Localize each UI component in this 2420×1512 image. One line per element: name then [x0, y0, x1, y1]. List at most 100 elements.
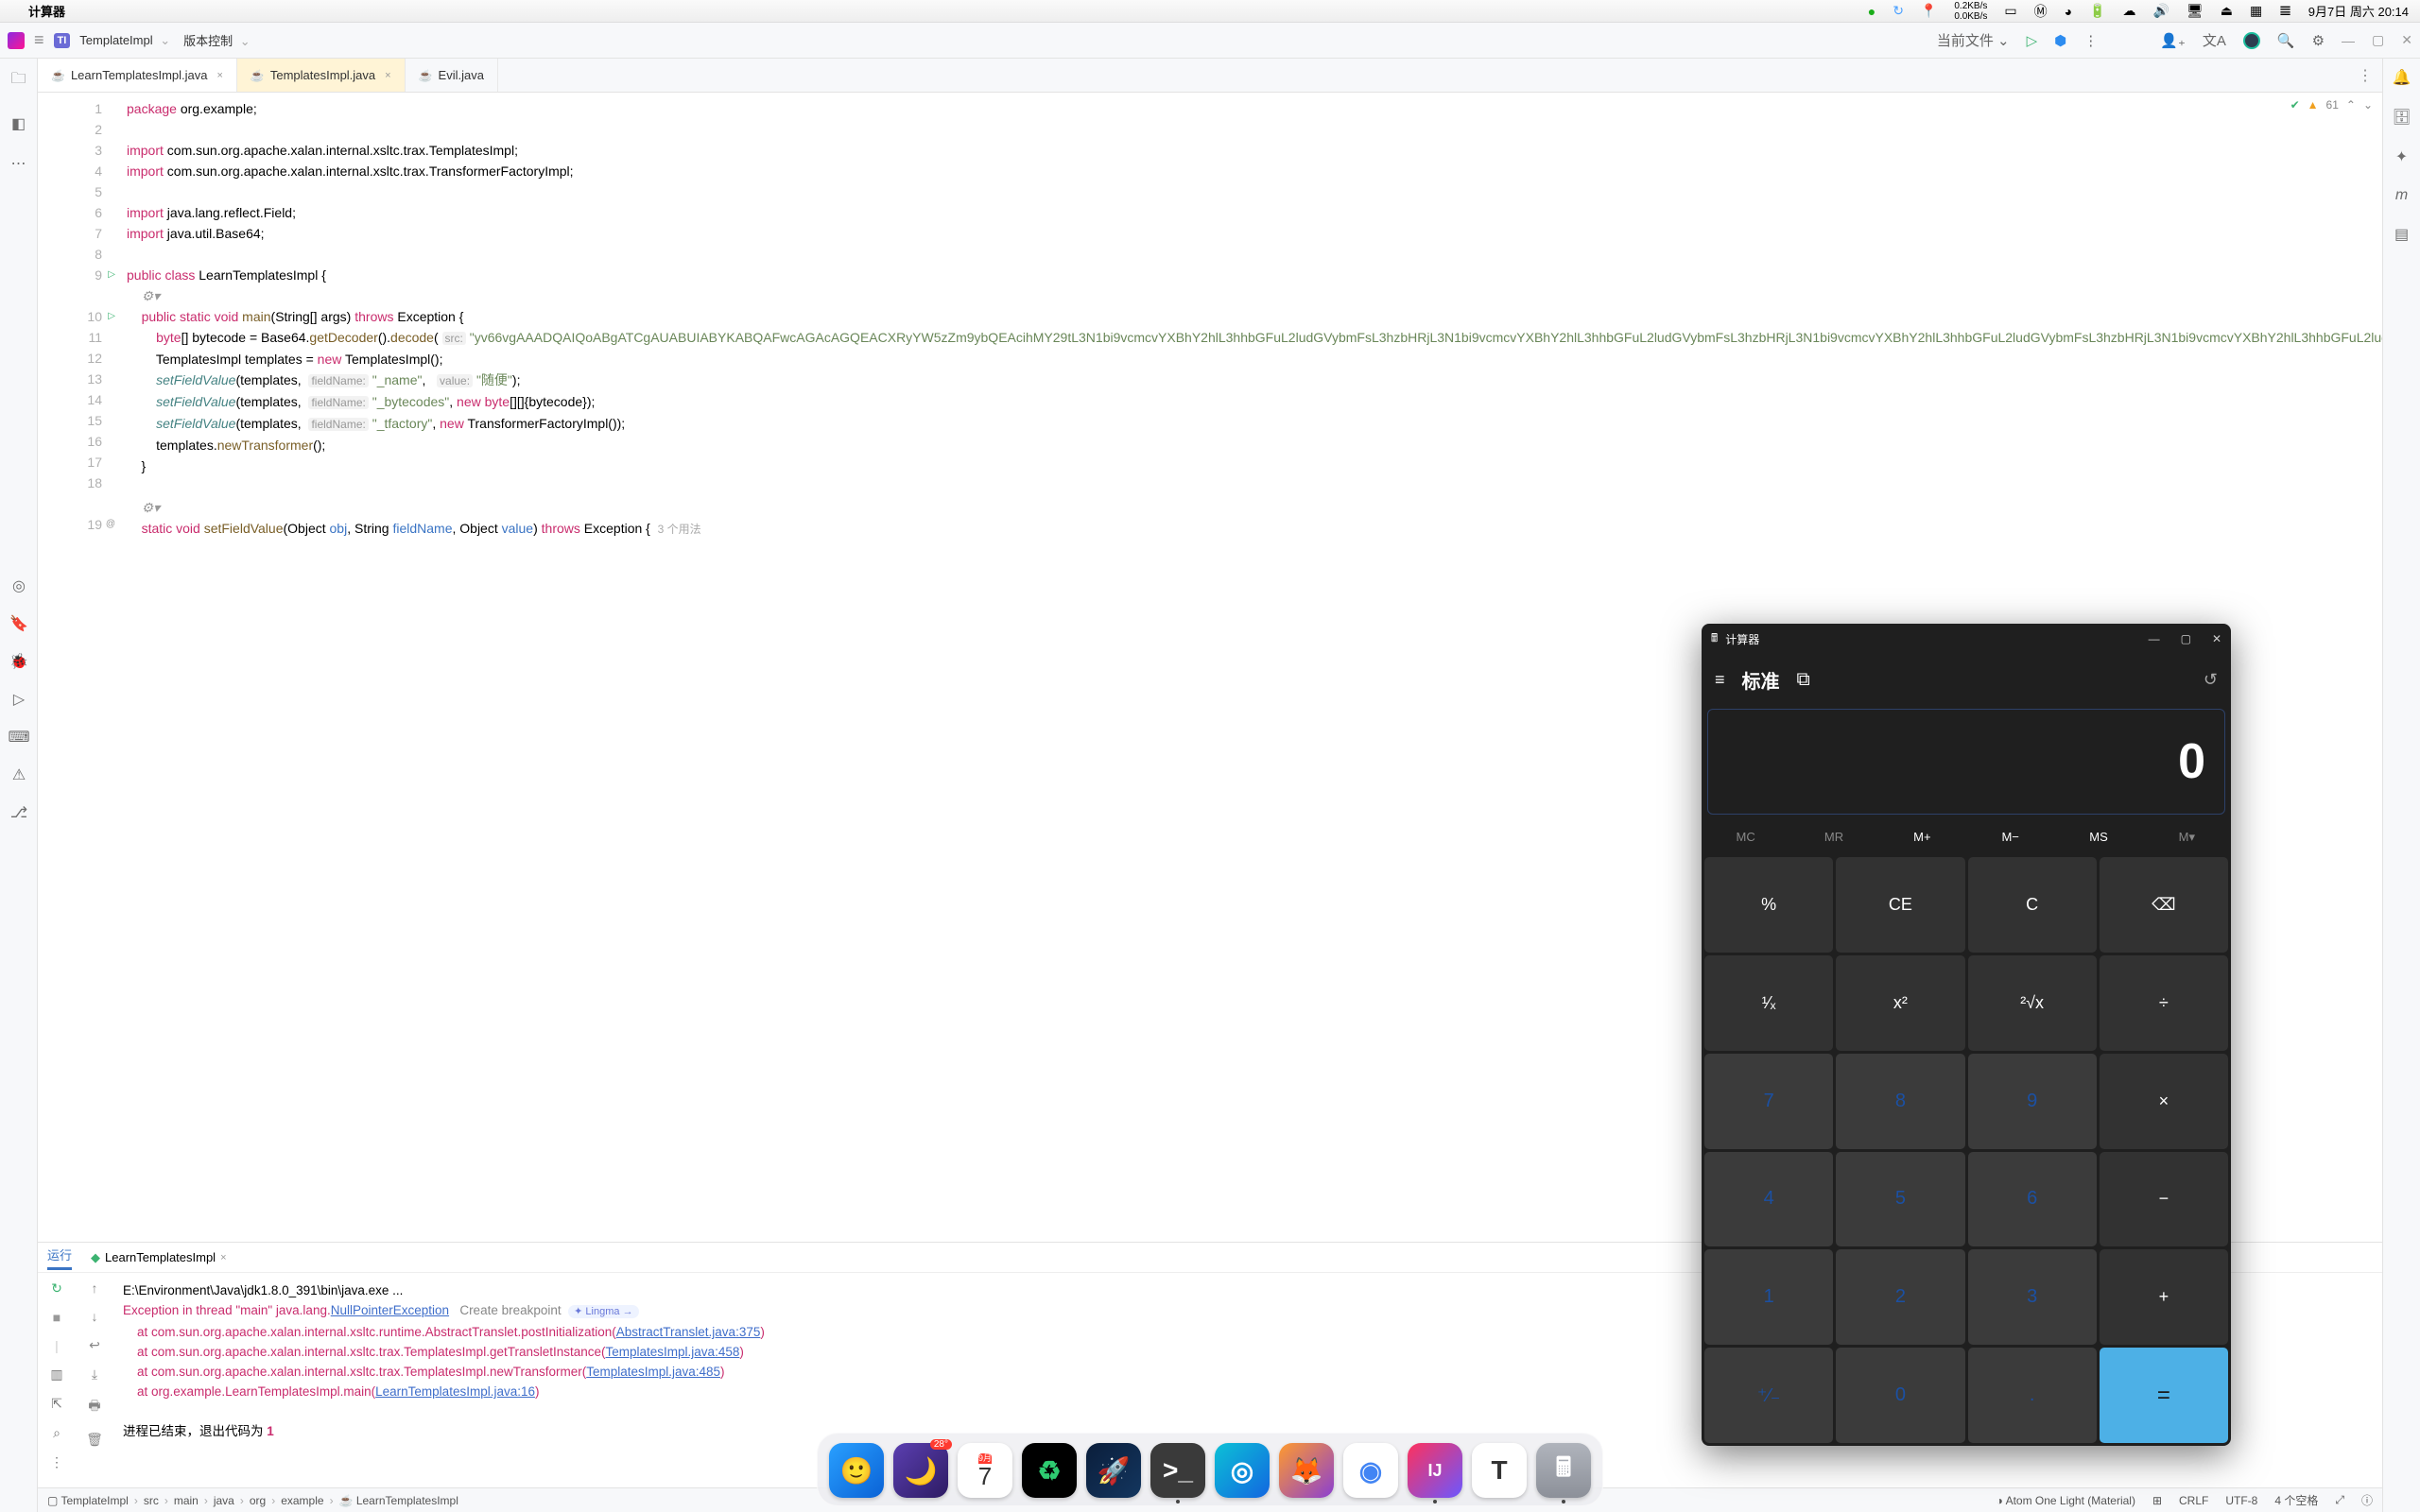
- calc-key[interactable]: −: [2100, 1152, 2228, 1247]
- calc-mem-m−[interactable]: M−: [1966, 824, 2054, 850]
- project-badge[interactable]: TI: [54, 33, 71, 48]
- layout-icon[interactable]: ▥: [50, 1366, 62, 1383]
- calc-key[interactable]: 4: [1704, 1152, 1833, 1247]
- calc-key[interactable]: 8: [1836, 1054, 1964, 1149]
- structure-tool-icon[interactable]: ◧: [11, 114, 26, 133]
- calc-key[interactable]: 3: [1968, 1249, 2097, 1345]
- ai-assistant-icon[interactable]: ✦: [2395, 147, 2408, 166]
- rerun-icon[interactable]: ↻: [51, 1280, 62, 1297]
- calc-key[interactable]: 0: [1836, 1348, 1964, 1443]
- dock-recycle-icon[interactable]: ♻︎: [1022, 1443, 1077, 1498]
- calc-key[interactable]: ÷: [2100, 955, 2228, 1051]
- calc-history-icon[interactable]: ↺: [2204, 670, 2218, 690]
- down-stack-icon[interactable]: ↓: [92, 1309, 98, 1324]
- run-tool-icon[interactable]: ▷: [13, 690, 25, 709]
- maven-icon[interactable]: m: [2395, 187, 2408, 204]
- volume-icon[interactable]: 🔊: [2153, 3, 2169, 19]
- dock-chrome-icon[interactable]: ◉: [1343, 1443, 1398, 1498]
- calc-key[interactable]: =: [2100, 1348, 2228, 1443]
- dock-finder-icon[interactable]: 🙂: [829, 1443, 884, 1498]
- cloud-icon[interactable]: ☁: [2123, 3, 2136, 19]
- search-icon[interactable]: 🔍: [2277, 32, 2295, 49]
- calc-ontop-icon[interactable]: ⧉: [1797, 669, 1810, 691]
- tabs-more-icon[interactable]: ⋮: [2348, 59, 2382, 92]
- clear-icon[interactable]: 🗑: [86, 1432, 103, 1448]
- editor-inspection-status[interactable]: ✔▲61⌃⌄: [2290, 98, 2373, 112]
- breadcrumb[interactable]: ▢ TemplateImpl›src›main›java›org›example…: [47, 1494, 458, 1507]
- wechat-icon[interactable]: ●: [1868, 4, 1876, 19]
- theme-indicator[interactable]: ◑ Atom One Light (Material): [1996, 1494, 2135, 1507]
- calc-key[interactable]: ×: [2100, 1054, 2228, 1149]
- calc-key[interactable]: 1: [1704, 1249, 1833, 1345]
- debug-button-icon[interactable]: ⬢: [2054, 32, 2066, 49]
- file-encoding[interactable]: UTF-8: [2225, 1494, 2257, 1507]
- project-tool-icon[interactable]: 🗀: [10, 68, 26, 94]
- calc-maximize-icon[interactable]: ▢: [2181, 632, 2191, 645]
- services-icon[interactable]: ◎: [12, 576, 26, 595]
- more-actions-icon[interactable]: ⋮: [50, 1454, 63, 1470]
- display-icon[interactable]: 🖥: [2187, 3, 2204, 19]
- dock-calculator-icon[interactable]: 🖩: [1536, 1443, 1591, 1498]
- editor-tab[interactable]: ☕Evil.java: [406, 59, 498, 92]
- run-config-dropdown[interactable]: 当前文件 ⌄: [1937, 30, 2010, 50]
- calc-key[interactable]: ⁺⁄₋: [1704, 1348, 1833, 1443]
- filter-icon[interactable]: ⌕: [53, 1425, 60, 1441]
- terminal-tool-icon[interactable]: ⌨: [8, 728, 29, 747]
- run-config-chip[interactable]: ◆ LearnTemplatesImpl ×: [85, 1248, 233, 1267]
- readonly-icon[interactable]: ⤢: [2335, 1493, 2344, 1507]
- more-tool-icon[interactable]: ⋯: [11, 154, 26, 173]
- line-separator[interactable]: CRLF: [2179, 1494, 2208, 1507]
- calc-key[interactable]: C: [1968, 857, 2097, 953]
- control-center-icon[interactable]: 𝌆: [2279, 3, 2291, 19]
- dock-edge-icon[interactable]: ◎: [1215, 1443, 1270, 1498]
- calc-titlebar[interactable]: 🖩 计算器 — ▢ ✕: [1702, 624, 2231, 654]
- window-icon[interactable]: ▭: [2004, 3, 2016, 19]
- run-tab[interactable]: 运行: [47, 1246, 72, 1270]
- calc-minimize-icon[interactable]: —: [2149, 632, 2160, 645]
- calc-key[interactable]: %: [1704, 857, 1833, 953]
- problems-icon[interactable]: ⓘ: [2361, 1492, 2373, 1508]
- indent-config[interactable]: 4 个空格: [2274, 1492, 2318, 1508]
- maximize-icon[interactable]: ▢: [2372, 32, 2384, 48]
- database-icon[interactable]: 🗄: [2392, 108, 2411, 127]
- editor-tab[interactable]: ☕TemplatesImpl.java×: [237, 59, 406, 92]
- dock-firefox-icon[interactable]: 🦊: [1279, 1443, 1334, 1498]
- app-box-icon[interactable]: ▦: [2250, 3, 2262, 19]
- bookmarks-icon[interactable]: ▤: [2394, 225, 2409, 244]
- windows-defender-icon[interactable]: ⊞: [2152, 1494, 2162, 1507]
- problems-tool-icon[interactable]: ⚠: [12, 765, 26, 784]
- code-with-me-icon[interactable]: 👤₊: [2160, 32, 2186, 49]
- settings-icon[interactable]: ⚙: [2312, 32, 2325, 49]
- dock-moon-icon[interactable]: 🌙28°: [893, 1443, 948, 1498]
- calc-key[interactable]: 7: [1704, 1054, 1833, 1149]
- dock-terminal-icon[interactable]: >_: [1150, 1443, 1205, 1498]
- pin-icon[interactable]: 📍: [1921, 3, 1937, 19]
- loop-icon[interactable]: ↻: [1893, 3, 1904, 19]
- git-tool-icon[interactable]: ⎇: [10, 803, 27, 822]
- calc-close-icon[interactable]: ✕: [2212, 632, 2221, 645]
- calc-mem-m+[interactable]: M+: [1878, 824, 1966, 850]
- calc-key[interactable]: CE: [1836, 857, 1964, 953]
- close-tab-icon[interactable]: ×: [385, 70, 390, 81]
- print-icon[interactable]: 🖶: [88, 1396, 100, 1418]
- vcs-dropdown[interactable]: 版本控制 ⌄: [183, 31, 254, 49]
- calc-key[interactable]: 5: [1836, 1152, 1964, 1247]
- close-tab-icon[interactable]: ×: [216, 70, 222, 81]
- account-avatar-icon[interactable]: [2243, 32, 2260, 49]
- main-menu-icon[interactable]: ≡: [34, 30, 44, 50]
- calc-key[interactable]: ²√x: [1968, 955, 2097, 1051]
- pie-icon[interactable]: ◕: [2065, 4, 2072, 19]
- more-run-icon[interactable]: ⋮: [2083, 32, 2098, 49]
- stop-icon[interactable]: ■: [53, 1310, 60, 1325]
- calc-key[interactable]: 9: [1968, 1054, 2097, 1149]
- up-stack-icon[interactable]: ↑: [92, 1280, 98, 1296]
- dock-text-icon[interactable]: T: [1472, 1443, 1527, 1498]
- calc-key[interactable]: 2: [1836, 1249, 1964, 1345]
- soft-wrap-icon[interactable]: ↩: [89, 1337, 100, 1353]
- calc-menu-icon[interactable]: ≡: [1715, 670, 1725, 690]
- project-name[interactable]: TemplateImpl ⌄: [79, 33, 174, 48]
- close-window-icon[interactable]: ✕: [2401, 32, 2412, 48]
- translate-icon[interactable]: 文A: [2203, 30, 2226, 50]
- notifications-icon[interactable]: 🔔: [2393, 68, 2411, 87]
- debug-tool-icon[interactable]: 🐞: [9, 652, 28, 671]
